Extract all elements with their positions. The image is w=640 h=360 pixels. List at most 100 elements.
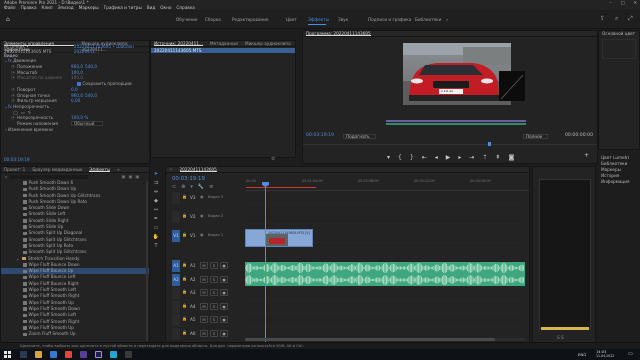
32bit-icon[interactable]: ▣ bbox=[128, 174, 132, 179]
source-clip-bar[interactable]: 20220411143605.MTS bbox=[151, 48, 295, 53]
windows-start-icon[interactable] bbox=[4, 351, 11, 358]
marker-icon[interactable]: ▾ bbox=[387, 154, 390, 161]
timeline-ruler[interactable]: 00:00 00:01:04:00 00:02:08:00 00:03:12:0… bbox=[246, 179, 529, 191]
track-toggle-button[interactable]: M bbox=[200, 302, 208, 310]
lock-icon[interactable]: 🔒 bbox=[182, 316, 187, 321]
track-toggle-button[interactable]: M bbox=[200, 329, 208, 337]
effect-controls-timecode[interactable]: 00:03:19:19 bbox=[4, 157, 30, 162]
audio-track-lane[interactable] bbox=[245, 314, 525, 327]
step-forward-icon[interactable]: ▸ bbox=[458, 154, 461, 161]
blend-mode-select[interactable]: Обычный bbox=[71, 121, 104, 127]
menu-help[interactable]: Справка bbox=[176, 5, 194, 10]
menu-file[interactable]: Файл bbox=[4, 5, 16, 10]
lock-icon[interactable]: 🔒 bbox=[182, 276, 187, 281]
source-patch[interactable]: V1 bbox=[172, 230, 180, 242]
menu-view[interactable]: Вид bbox=[147, 5, 156, 10]
source-patch[interactable] bbox=[172, 211, 180, 223]
tab-media-browser[interactable]: Браузер медиаданных bbox=[32, 167, 82, 172]
step-back-icon[interactable]: ◂ bbox=[435, 154, 438, 161]
effect-list-item[interactable]: Zoom Fluff Smooth Up bbox=[1, 331, 149, 337]
premiere-icon[interactable] bbox=[95, 351, 102, 358]
search-icon[interactable] bbox=[20, 351, 27, 358]
fx-icon[interactable]: fx bbox=[8, 104, 12, 110]
menu-sequence[interactable]: Эпизод bbox=[58, 5, 74, 10]
workspace-audio[interactable]: Звук bbox=[338, 17, 348, 23]
browser-icon[interactable] bbox=[50, 351, 57, 358]
track-label[interactable]: A5 bbox=[190, 317, 196, 322]
menu-clip[interactable]: Клип bbox=[42, 5, 53, 10]
workspace-assembly[interactable]: Сборка bbox=[205, 17, 221, 23]
linked-selection-icon[interactable]: ⊗ bbox=[181, 184, 185, 190]
yuv-icon[interactable]: ▣ bbox=[135, 174, 139, 179]
track-toggle-button[interactable]: M bbox=[200, 262, 208, 269]
workspace-color[interactable]: Цвет bbox=[286, 17, 297, 23]
export-icon[interactable]: ⇪ bbox=[600, 15, 605, 22]
track-toggle-button[interactable]: S bbox=[210, 262, 218, 269]
app-icon[interactable] bbox=[80, 351, 87, 358]
program-playhead[interactable] bbox=[488, 142, 491, 146]
source-patch[interactable]: A2 bbox=[172, 273, 180, 286]
position-y-value[interactable]: 540,0 bbox=[85, 64, 97, 70]
scale-width-value[interactable]: 100,0 bbox=[71, 75, 83, 81]
effects-search-input[interactable] bbox=[10, 174, 89, 179]
menu-edit[interactable]: Правка bbox=[21, 5, 37, 10]
accelerated-icon[interactable]: ▣ bbox=[121, 174, 125, 179]
basic-color-label[interactable]: Основной цвет bbox=[599, 31, 639, 37]
timeline-settings-icon[interactable]: 🔧 bbox=[198, 184, 204, 190]
track-toggle-button[interactable]: S bbox=[210, 329, 218, 337]
uniform-scale-checkbox[interactable] bbox=[77, 82, 81, 86]
source-patch[interactable] bbox=[172, 192, 180, 204]
lock-icon[interactable]: 🔒 bbox=[182, 213, 187, 218]
audio-clip-a1a2[interactable] bbox=[245, 262, 525, 286]
source-patch[interactable] bbox=[172, 287, 180, 299]
work-area-bar[interactable] bbox=[246, 187, 316, 188]
video-track-lane[interactable] bbox=[245, 192, 525, 205]
video-track-lane[interactable] bbox=[245, 211, 525, 224]
tab-sequence[interactable]: 20220411143605 bbox=[179, 167, 217, 172]
search-icon[interactable]: ⌕ bbox=[615, 15, 618, 23]
track-toggle-button[interactable]: ● bbox=[220, 275, 228, 283]
explorer-icon[interactable] bbox=[35, 351, 42, 358]
track-toggle-button[interactable]: ● bbox=[220, 302, 228, 310]
track-toggle-button[interactable]: M bbox=[200, 316, 208, 323]
audio-track-lane[interactable] bbox=[245, 301, 525, 314]
audio-track-lane[interactable] bbox=[245, 287, 525, 300]
rectangle-tool-icon[interactable]: ▭ bbox=[152, 224, 160, 231]
source-patch[interactable] bbox=[172, 300, 180, 313]
track-label[interactable]: A2 bbox=[190, 277, 196, 282]
video-clip[interactable]: 20220411143605.MTS [V] bbox=[245, 229, 313, 247]
source-patch[interactable]: A1 bbox=[172, 260, 180, 272]
track-label[interactable]: A1 bbox=[190, 263, 196, 268]
lock-icon[interactable]: 🔒 bbox=[182, 262, 187, 267]
track-toggle-button[interactable]: ● bbox=[220, 316, 228, 323]
extract-icon[interactable]: ⇞ bbox=[495, 154, 500, 161]
chrome-icon[interactable] bbox=[65, 351, 72, 358]
pen-tool-icon[interactable]: ✒ bbox=[152, 215, 160, 222]
selection-tool-icon[interactable]: ➤ bbox=[152, 170, 160, 177]
clock-date[interactable]: 11.04.2022 bbox=[596, 354, 614, 358]
eye-icon[interactable]: ◉ bbox=[200, 213, 204, 218]
fit-select[interactable]: Подогнать bbox=[343, 134, 376, 139]
telegram-icon[interactable] bbox=[110, 351, 117, 358]
ripple-edit-tool-icon[interactable]: ⇹ bbox=[152, 188, 160, 195]
close-icon[interactable]: ✕ bbox=[169, 167, 173, 172]
track-label[interactable]: A4 bbox=[190, 304, 196, 309]
track-toggle-button[interactable]: ● bbox=[220, 289, 228, 296]
menu-graphics[interactable]: Графика и титры bbox=[104, 5, 142, 10]
razor-tool-icon[interactable]: ◆ bbox=[152, 197, 160, 204]
track-toggle-button[interactable]: S bbox=[210, 316, 218, 323]
program-timecode[interactable]: 00:03:19:19 bbox=[306, 133, 334, 138]
track-select-tool-icon[interactable]: ⇉ bbox=[152, 179, 160, 186]
mark-in-icon[interactable]: { bbox=[398, 154, 402, 161]
lock-icon[interactable]: 🔒 bbox=[182, 289, 187, 294]
captions-icon[interactable]: ≡ bbox=[209, 184, 213, 190]
track-toggle-button[interactable]: ● bbox=[220, 329, 228, 337]
track-toggle-button[interactable]: S bbox=[210, 302, 218, 310]
play-icon[interactable]: ▶ bbox=[446, 154, 451, 161]
camera-icon[interactable]: ◙ bbox=[508, 154, 514, 161]
language-indicator[interactable]: ENG bbox=[578, 352, 586, 357]
meter-solo-labels[interactable]: S S bbox=[557, 335, 564, 340]
add-button-icon[interactable]: + bbox=[584, 152, 589, 159]
go-to-in-icon[interactable]: ⇤ bbox=[422, 154, 427, 161]
tab-project[interactable]: Проект: 1 bbox=[4, 167, 25, 172]
